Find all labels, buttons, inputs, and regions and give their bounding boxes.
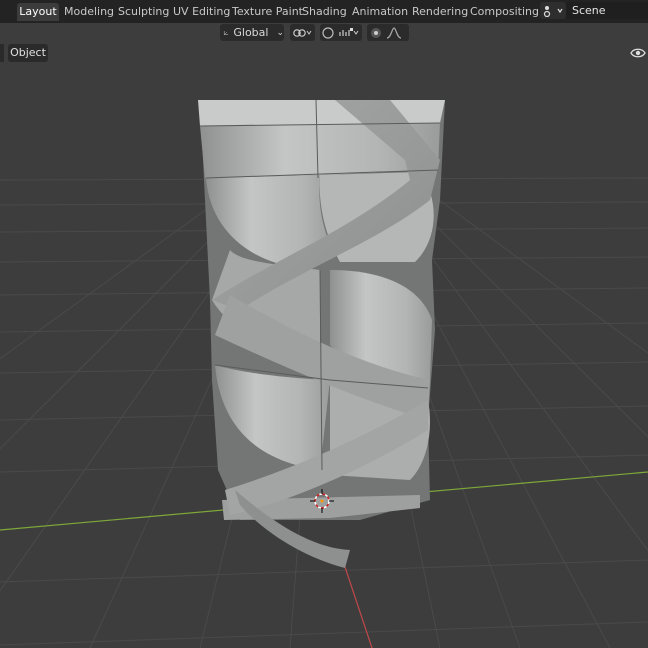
proportional-edit-icon bbox=[371, 26, 402, 39]
transform-pivot-icon bbox=[293, 28, 312, 37]
tab-shading[interactable]: Shading bbox=[302, 3, 347, 21]
scene-icon bbox=[543, 6, 563, 17]
visibility-eye-icon[interactable] bbox=[628, 44, 648, 62]
workspace-tab-bar: Layout Modeling Sculpting UV Editing Tex… bbox=[0, 0, 648, 23]
transform-orientation-dropdown[interactable]: Global ⌄ bbox=[220, 24, 284, 41]
chevron-down-icon: ⌄ bbox=[276, 27, 284, 38]
tab-sculpting[interactable]: Sculpting bbox=[118, 3, 169, 21]
viewport-header: Global ⌄ bbox=[0, 23, 648, 43]
tab-uv-editing[interactable]: UV Editing bbox=[173, 3, 230, 21]
orientation-axes-icon bbox=[223, 30, 229, 35]
3d-viewport[interactable] bbox=[0, 43, 648, 648]
tab-compositing[interactable]: Compositing bbox=[470, 3, 539, 21]
snap-dropdown[interactable] bbox=[320, 24, 362, 41]
tab-modeling[interactable]: Modeling bbox=[64, 3, 114, 21]
object-menu[interactable]: Object bbox=[8, 44, 48, 62]
tab-texture-paint[interactable]: Texture Paint bbox=[232, 3, 303, 21]
scene-name-field[interactable]: Scene bbox=[566, 2, 648, 19]
snap-magnet-icon bbox=[322, 26, 359, 39]
pivot-point-dropdown[interactable] bbox=[290, 24, 315, 41]
proportional-edit-controls[interactable] bbox=[367, 24, 409, 41]
tab-layout[interactable]: Layout bbox=[17, 3, 59, 21]
x-axis-line bbox=[340, 554, 373, 648]
tab-animation[interactable]: Animation bbox=[352, 3, 408, 21]
tab-rendering[interactable]: Rendering bbox=[412, 3, 468, 21]
editor-type-button-stub[interactable] bbox=[0, 44, 4, 62]
twisted-mesh-object bbox=[198, 99, 445, 568]
orientation-label: Global bbox=[233, 26, 269, 39]
scene-selector-button[interactable] bbox=[540, 2, 566, 19]
